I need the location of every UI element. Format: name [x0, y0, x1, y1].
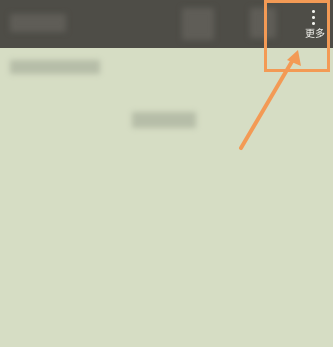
blurred-title [10, 14, 66, 32]
blurred-icon [182, 8, 214, 40]
blurred-subtitle [10, 60, 100, 74]
blurred-center-text [132, 112, 196, 128]
highlight-box [264, 0, 330, 72]
